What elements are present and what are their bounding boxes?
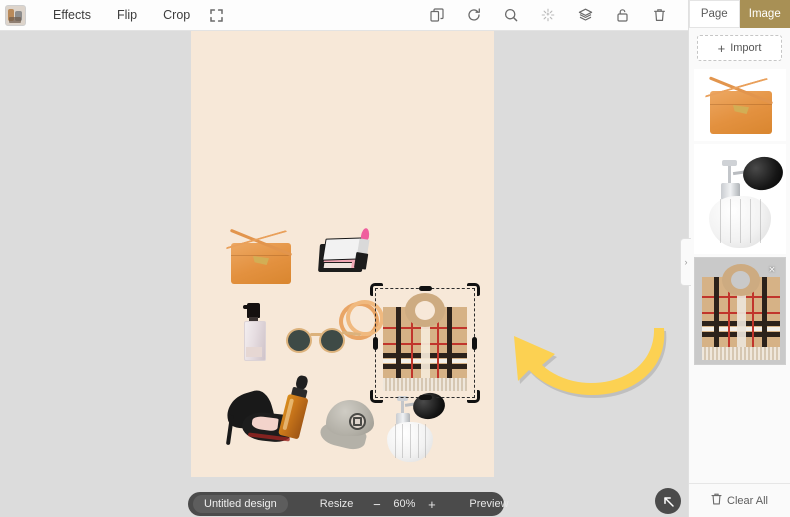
- design-canvas[interactable]: [191, 31, 494, 477]
- import-label: Import: [730, 42, 762, 54]
- top-toolbar: Effects Flip Crop: [0, 0, 688, 31]
- bottom-status-bar: Untitled design Resize − 60% + Preview: [188, 492, 509, 516]
- flip-button[interactable]: Flip: [104, 3, 150, 28]
- preview-button[interactable]: Preview: [459, 498, 518, 510]
- right-side-panel: › Page Image + Import × Clear All: [680, 0, 790, 517]
- thumb-perfume[interactable]: [694, 144, 786, 254]
- resize-handle-bottom-left[interactable]: [370, 390, 383, 403]
- dropper-bottle-sticker[interactable]: [275, 373, 316, 443]
- handbag-thumb-image: [704, 76, 777, 134]
- zoom-in-button[interactable]: +: [426, 498, 437, 511]
- thumb-scarf[interactable]: ×: [694, 257, 786, 365]
- sparkle-icon[interactable]: [535, 2, 561, 28]
- magnifier-icon[interactable]: [498, 2, 524, 28]
- thumb-handbag[interactable]: [694, 69, 786, 141]
- sunglasses-sticker[interactable]: [286, 325, 362, 353]
- app-logo[interactable]: [5, 4, 26, 26]
- clear-all-button[interactable]: Clear All: [689, 483, 790, 517]
- trash-icon[interactable]: [646, 2, 672, 28]
- resize-handle-right[interactable]: [472, 337, 477, 350]
- resize-handle-top-left[interactable]: [370, 283, 383, 296]
- lipstick-sticker[interactable]: [353, 227, 373, 271]
- toolbar-right-group: [424, 2, 672, 28]
- import-button[interactable]: + Import: [697, 35, 782, 61]
- foundation-bottle-sticker[interactable]: [243, 303, 267, 365]
- zoom-level-label: 60%: [393, 498, 416, 510]
- tab-page[interactable]: Page: [689, 0, 740, 28]
- fullscreen-icon[interactable]: [203, 2, 229, 28]
- zoom-control: − 60% +: [371, 498, 437, 511]
- zoom-out-button[interactable]: −: [371, 498, 382, 511]
- image-editor-app: Effects Flip Crop Untitled design Resize…: [0, 0, 790, 517]
- handbag-sticker[interactable]: [225, 228, 296, 284]
- layers-icon[interactable]: [572, 2, 598, 28]
- trash-icon: [711, 493, 722, 508]
- resize-button[interactable]: Resize: [310, 498, 364, 510]
- canvas-workspace[interactable]: Untitled design Resize − 60% + Preview: [0, 31, 688, 517]
- plus-icon: +: [717, 40, 726, 56]
- collapse-panel-button[interactable]: [655, 488, 681, 514]
- image-thumbnail-list: ×: [689, 69, 790, 365]
- selection-bounding-box[interactable]: [370, 283, 480, 403]
- remove-thumbnail-button[interactable]: ×: [766, 264, 778, 276]
- resize-handle-top-right[interactable]: [467, 283, 480, 296]
- baseball-cap-sticker[interactable]: [318, 400, 382, 453]
- resize-handle-bottom-right[interactable]: [467, 390, 480, 403]
- rotate-icon[interactable]: [461, 2, 487, 28]
- panel-collapse-chevron[interactable]: ›: [680, 238, 691, 286]
- crop-button[interactable]: Crop: [150, 3, 203, 28]
- clear-all-label: Clear All: [727, 494, 768, 507]
- makeup-palette-sticker[interactable]: [318, 227, 371, 274]
- tab-image[interactable]: Image: [739, 0, 790, 28]
- resize-handle-bottom[interactable]: [419, 395, 432, 400]
- design-name-field[interactable]: Untitled design: [193, 495, 288, 513]
- resize-handle-top[interactable]: [419, 286, 432, 291]
- annotation-arrow-icon: [496, 323, 672, 403]
- perfume-atomizer-sticker[interactable]: [387, 390, 448, 463]
- duplicate-icon[interactable]: [424, 2, 450, 28]
- panel-tabs: Page Image: [689, 0, 790, 28]
- perfume-thumb-image: [709, 153, 786, 249]
- resize-handle-left[interactable]: [373, 337, 378, 350]
- effects-button[interactable]: Effects: [40, 3, 104, 28]
- scarf-thumb-image: [702, 264, 780, 360]
- lock-icon[interactable]: [609, 2, 635, 28]
- toolbar-left-group: Effects Flip Crop: [40, 2, 229, 28]
